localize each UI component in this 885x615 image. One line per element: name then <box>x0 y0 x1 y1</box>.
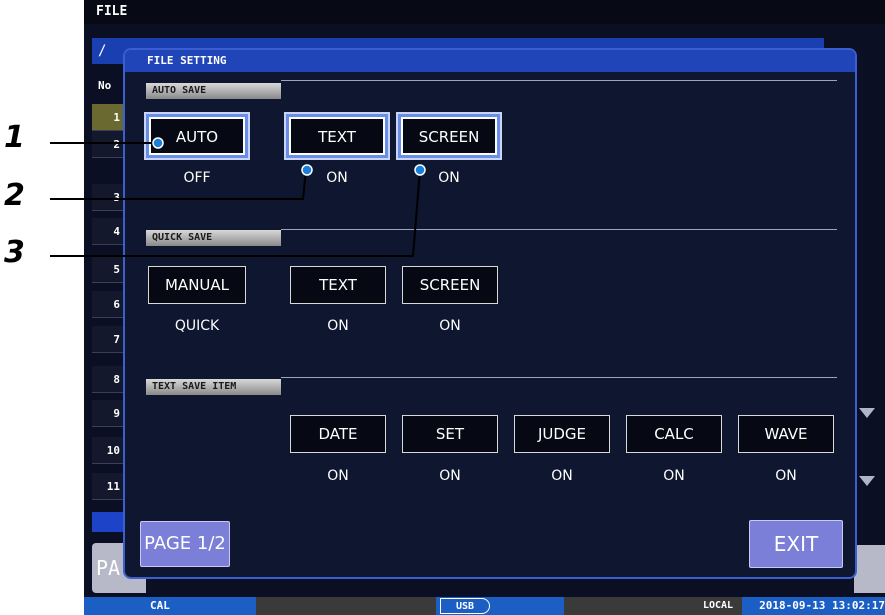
scroll-down-icon[interactable] <box>859 408 875 418</box>
cal-indicator: CAL <box>150 599 170 612</box>
divider <box>281 377 837 378</box>
selection-bar <box>92 512 126 532</box>
text-item-judge-button[interactable]: JUDGE <box>514 415 610 453</box>
file-row-number[interactable]: 9 <box>92 400 126 427</box>
text-item-set-value: ON <box>439 468 461 484</box>
text-save-item-label: TEXT SAVE ITEM <box>146 379 281 395</box>
usb-indicator: USB <box>440 598 490 614</box>
file-row-number[interactable]: 2 <box>92 131 126 158</box>
quick-save-screen-button[interactable]: SCREEN <box>402 266 498 304</box>
auto-save-auto-button[interactable]: AUTO <box>149 117 245 155</box>
auto-save-screen-value: ON <box>438 170 460 186</box>
auto-save-auto-value: OFF <box>183 170 211 186</box>
callout-number: 3 <box>4 235 25 270</box>
quick-save-text-button[interactable]: TEXT <box>290 266 386 304</box>
text-item-wave-value: ON <box>775 468 797 484</box>
file-row-number[interactable]: 7 <box>92 326 126 353</box>
auto-save-screen-button[interactable]: SCREEN <box>401 117 497 155</box>
page-button[interactable]: PAGE 1/2 <box>140 521 230 567</box>
file-setting-dialog: FILE SETTING AUTO SAVE AUTO OFF TEXT ON … <box>123 48 857 579</box>
callout-number: 1 <box>4 120 25 155</box>
text-item-date-button[interactable]: DATE <box>290 415 386 453</box>
auto-save-text-button[interactable]: TEXT <box>289 117 385 155</box>
quick-save-label: QUICK SAVE <box>146 230 281 246</box>
file-row-number[interactable]: 1 <box>92 104 126 131</box>
window-title: FILE <box>84 0 885 24</box>
status-segment <box>256 597 436 615</box>
exit-button[interactable]: EXIT <box>749 520 843 568</box>
text-item-calc-value: ON <box>663 468 685 484</box>
text-item-wave-button[interactable]: WAVE <box>738 415 834 453</box>
text-item-date-value: ON <box>327 468 349 484</box>
file-row-number[interactable]: 4 <box>92 218 126 245</box>
quick-save-mode-value: QUICK <box>174 318 220 334</box>
background-button[interactable] <box>854 545 885 593</box>
auto-save-text-value: ON <box>326 170 348 186</box>
file-row-number[interactable]: 6 <box>92 291 126 318</box>
list-header-no: No <box>98 79 112 92</box>
text-item-set-button[interactable]: SET <box>402 415 498 453</box>
file-row-number[interactable]: 5 <box>92 256 126 283</box>
quick-save-text-value: ON <box>327 318 349 334</box>
file-row-number[interactable]: 8 <box>92 366 126 393</box>
datetime-display: 2018-09-13 13:02:17 <box>759 599 885 612</box>
quick-save-mode-button[interactable]: MANUAL <box>148 266 246 304</box>
dialog-title: FILE SETTING <box>125 50 855 72</box>
text-item-judge-value: ON <box>551 468 573 484</box>
quick-save-screen-value: ON <box>439 318 461 334</box>
file-row-number[interactable]: 11 <box>92 473 126 500</box>
callout-number: 2 <box>4 178 25 213</box>
divider <box>281 229 837 230</box>
status-bar: CAL USB LOCAL 2018-09-13 13:02:17 <box>84 597 885 615</box>
divider <box>281 80 837 81</box>
auto-save-label: AUTO SAVE <box>146 83 281 99</box>
scroll-down-icon[interactable] <box>859 476 875 486</box>
status-segment <box>564 597 694 615</box>
text-item-calc-button[interactable]: CALC <box>626 415 722 453</box>
file-row-number[interactable]: 3 <box>92 184 126 211</box>
file-row-number[interactable]: 10 <box>92 437 126 464</box>
